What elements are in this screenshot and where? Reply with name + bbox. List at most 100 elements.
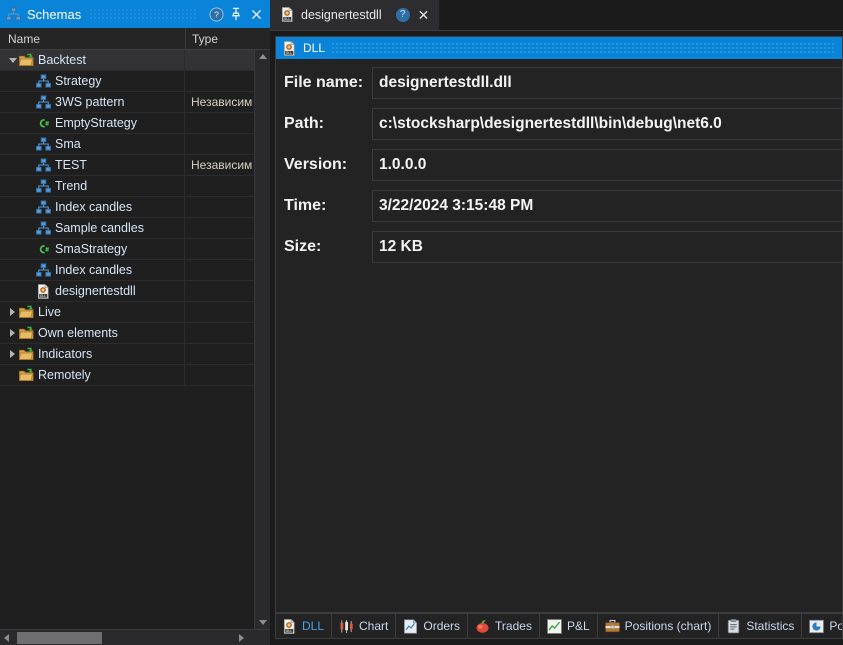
tree-row-label: TEST xyxy=(55,158,87,172)
tree-row[interactable]: 3WS pattern Независим xyxy=(0,92,254,113)
expander-right-icon[interactable] xyxy=(6,323,19,343)
bottom-tab-p-l[interactable]: P&L xyxy=(540,614,598,638)
pnl-icon xyxy=(547,619,562,634)
close-icon[interactable] xyxy=(246,4,266,24)
dll-field-label: Size: xyxy=(284,238,322,255)
tree-row-label: Sample candles xyxy=(55,221,144,235)
tree-row[interactable]: Sample candles xyxy=(0,218,254,239)
scroll-up-icon[interactable] xyxy=(259,54,267,59)
tree-row-type-cell xyxy=(185,302,254,322)
expander-placeholder xyxy=(23,176,36,196)
tree-grid-header: Name Type xyxy=(0,28,270,50)
column-header-type[interactable]: Type xyxy=(185,28,270,49)
pin-icon[interactable] xyxy=(226,4,246,24)
bottom-tab-orders[interactable]: Orders xyxy=(396,614,469,638)
tree-row-label: designertestdll xyxy=(55,284,136,298)
dll-field-label: Time: xyxy=(284,197,327,214)
scroll-left-icon[interactable] xyxy=(4,634,9,642)
bottom-tab-positions-chart[interactable]: Positions (chart) xyxy=(598,614,720,638)
tree-row[interactable]: EmptyStrategy xyxy=(0,113,254,134)
tree-row-name-cell: 3WS pattern xyxy=(0,92,185,112)
tree-row[interactable]: Backtest xyxy=(0,50,254,71)
clipboard-icon xyxy=(726,619,741,634)
folder-icon xyxy=(19,368,34,383)
bottom-tab-dll[interactable]: DLL xyxy=(276,614,333,638)
tree-row-name-cell: Backtest xyxy=(0,50,185,70)
expander-placeholder xyxy=(23,113,36,133)
tree-row[interactable]: SmaStrategy xyxy=(0,239,254,260)
expander-down-icon[interactable] xyxy=(6,50,19,70)
bottom-tab-label: Statistics xyxy=(746,619,795,633)
dll-field-label: File name: xyxy=(284,74,364,91)
expander-right-icon[interactable] xyxy=(6,344,19,364)
tree-vertical-scrollbar[interactable] xyxy=(254,50,270,629)
tree-row[interactable]: designertestdll xyxy=(0,281,254,302)
tree-row[interactable]: Indicators xyxy=(0,344,254,365)
schemas-panel-titlebar: Schemas ? xyxy=(0,0,270,28)
tree-row-name-cell: SmaStrategy xyxy=(0,239,185,259)
section-drag-dots[interactable] xyxy=(331,42,836,54)
tree-row-type-cell xyxy=(185,365,254,385)
tree-row-type-cell xyxy=(185,218,254,238)
tree-row[interactable]: Strategy xyxy=(0,71,254,92)
bottom-tab-chart[interactable]: Chart xyxy=(332,614,397,638)
dll-field-value[interactable]: c:\stocksharp\designertestdll\bin\debug\… xyxy=(372,108,842,140)
tree-row[interactable]: Index candles xyxy=(0,197,254,218)
tree-row[interactable]: Trend xyxy=(0,176,254,197)
tree-row-label: Own elements xyxy=(38,326,118,340)
bottom-tab-trades[interactable]: Trades xyxy=(468,614,540,638)
titlebar-drag-dots[interactable] xyxy=(89,8,198,20)
dll-field-value[interactable]: 1.0.0.0 xyxy=(372,149,842,181)
column-header-name[interactable]: Name xyxy=(0,32,185,46)
tree-row-label: SmaStrategy xyxy=(55,242,128,256)
trades-icon xyxy=(475,619,490,634)
tree-row[interactable]: Live xyxy=(0,302,254,323)
tree-row[interactable]: Index candles xyxy=(0,260,254,281)
tree-row-label: EmptyStrategy xyxy=(55,116,137,130)
tree-row-name-cell: TEST xyxy=(0,155,185,175)
expander-right-icon[interactable] xyxy=(6,302,19,322)
tree-row-label: Indicators xyxy=(38,347,93,361)
bottom-tab-statistics[interactable]: Statistics xyxy=(719,614,803,638)
dll-field-value[interactable]: designertestdll.dll xyxy=(372,67,842,99)
expander-placeholder xyxy=(23,218,36,238)
tree-row[interactable]: Sma xyxy=(0,134,254,155)
tree-row-name-cell: Remotely xyxy=(0,365,185,385)
tree-row[interactable]: Own elements xyxy=(0,323,254,344)
piechart-icon xyxy=(809,619,824,634)
dll-field-row: Path: c:\stocksharp\designertestdll\bin\d… xyxy=(276,108,842,140)
bottom-tab-positions[interactable]: Positions xyxy=(802,614,842,638)
dll-field-label: Path: xyxy=(284,115,324,132)
tree-row-label: Index candles xyxy=(55,263,133,277)
tree-row-type-cell xyxy=(185,260,254,280)
help-icon[interactable]: ? xyxy=(206,4,226,24)
scroll-down-icon[interactable] xyxy=(259,620,267,625)
dll-section-title: DLL xyxy=(303,41,326,55)
dll-field-row: Time: 3/22/2024 3:15:48 PM xyxy=(276,190,842,222)
tab-help-icon[interactable]: ? xyxy=(395,7,410,22)
tree-row[interactable]: Remotely xyxy=(0,365,254,386)
schema-icon xyxy=(36,137,51,152)
scroll-right-icon[interactable] xyxy=(239,634,244,642)
schema-icon xyxy=(6,7,21,22)
tree-horizontal-scrollbar[interactable] xyxy=(0,629,270,645)
dll-field-value[interactable]: 3/22/2024 3:15:48 PM xyxy=(372,190,842,222)
csharp-icon xyxy=(36,116,51,131)
dll-icon xyxy=(36,284,51,299)
expander-placeholder xyxy=(23,239,36,259)
tree-row-name-cell: Live xyxy=(0,302,185,322)
folder-icon xyxy=(19,347,34,362)
dll-field-value[interactable]: 12 KB xyxy=(372,231,842,263)
tab-close-icon[interactable]: ✕ xyxy=(416,8,432,22)
tree-row-type-cell xyxy=(185,323,254,343)
schema-icon xyxy=(36,158,51,173)
tree-row-type-cell xyxy=(185,197,254,217)
tree-row-type-cell xyxy=(185,239,254,259)
tree-row[interactable]: TEST Независим xyxy=(0,155,254,176)
tree-row-name-cell: Indicators xyxy=(0,344,185,364)
tree-row-name-cell: Sample candles xyxy=(0,218,185,238)
schema-icon xyxy=(36,74,51,89)
document-tab-designertestdll[interactable]: designertestdll ? ✕ xyxy=(270,0,440,30)
tree-row-type-cell: Независим xyxy=(191,158,253,172)
hscroll-thumb[interactable] xyxy=(17,632,102,644)
